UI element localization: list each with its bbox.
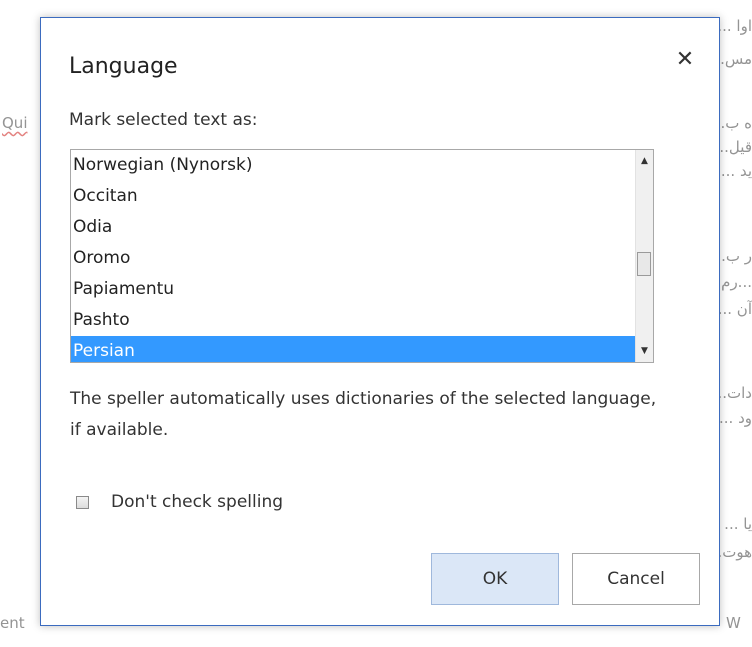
dialog-title: Language [69,54,178,79]
language-option[interactable]: Odia [71,212,635,243]
language-option[interactable]: Pashto [71,305,635,336]
language-list-items: Norwegian (Nynorsk) Occitan Odia Oromo Papia… [71,150,635,362]
dont-check-spelling-label: Don't check spelling [111,492,284,512]
dont-check-spelling-row[interactable]: Don't check spelling [76,492,283,512]
language-dialog: Language ✕ Mark selected text as: Norweg… [40,17,720,626]
language-option[interactable]: Occitan [71,181,635,212]
close-icon[interactable]: ✕ [671,46,699,74]
ok-button[interactable]: OK [431,553,559,605]
cancel-button[interactable]: Cancel [572,553,700,605]
mark-selected-text-label: Mark selected text as: [69,110,258,130]
speller-note: The speller automatically uses dictionar… [70,389,657,440]
language-listbox[interactable]: Norwegian (Nynorsk) Occitan Odia Oromo Papia… [70,149,654,363]
language-option[interactable]: Oromo [71,243,635,274]
dont-check-spelling-checkbox[interactable] [76,495,89,509]
scroll-up-arrow-icon[interactable]: ▲ [636,152,653,170]
language-option[interactable]: Persian [71,336,635,362]
listbox-scrollbar[interactable]: ▲ ▼ [635,150,653,362]
language-option[interactable]: Papiamentu [71,274,635,305]
scroll-thumb[interactable] [637,252,651,277]
scroll-down-arrow-icon[interactable]: ▼ [636,342,653,360]
language-option[interactable]: Norwegian (Nynorsk) [71,150,635,181]
